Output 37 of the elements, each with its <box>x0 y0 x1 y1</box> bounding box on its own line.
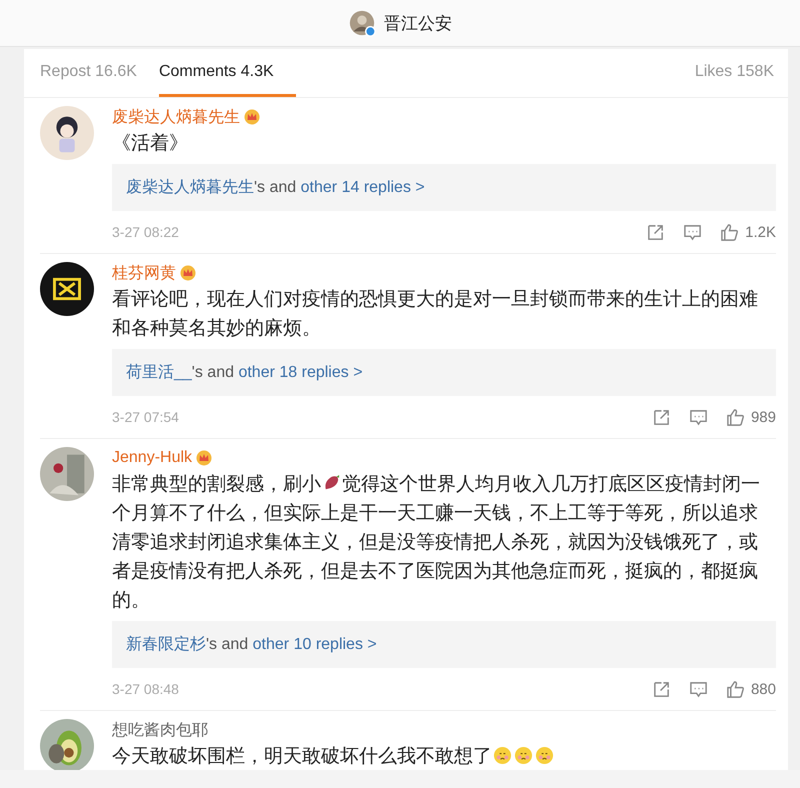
comment-icon[interactable] <box>688 408 708 426</box>
replies-link[interactable]: 废柴达人焫暮先生's and other 14 replies > <box>112 164 776 211</box>
face-icon <box>535 746 554 765</box>
comment-icon[interactable] <box>688 680 708 698</box>
like-count: 989 <box>750 408 776 426</box>
tab[interactable]: Comments 4.3K <box>158 49 296 97</box>
face-icon <box>493 746 512 765</box>
share-icon[interactable] <box>652 408 671 426</box>
comment-text: 觉得这个世界人均月收入几万打底区区疫情封闭一 <box>342 474 760 495</box>
comment-time: 3-27 08:48 <box>112 681 179 697</box>
comment-time: 3-27 08:22 <box>112 224 179 240</box>
face-icon <box>514 746 533 765</box>
like-icon[interactable] <box>726 408 745 426</box>
like-count: 1.2K <box>745 224 776 240</box>
comment-icon[interactable] <box>683 222 702 242</box>
crown-badge-icon <box>196 450 212 466</box>
user-name[interactable]: 废柴达人焫暮先生 <box>112 106 240 128</box>
crown-badge-icon <box>180 265 196 281</box>
avatar-icon <box>348 9 376 37</box>
comment-text: 《活着》 <box>112 133 188 154</box>
comment-text: 非常典型的割裂感，刷小 <box>112 474 321 495</box>
replies-link[interactable]: 新春限定杉's and other 10 replies > <box>112 621 776 668</box>
user-name[interactable]: 桂芬网黄 <box>112 262 176 284</box>
share-icon[interactable] <box>646 222 666 242</box>
like-count: 880 <box>750 680 776 698</box>
comment-text: 个月算不了什么，但实际上是干一天工赚一天钱，不上工等于等死，所以追求清零追求封闭追求集体主义，但是没等疫情把人杀死，就因为没钱饿死了，或者是疫情没有把人杀死，但是去不了医院因为其他急症而死，挺疯的，都挺疯的。 <box>112 502 759 613</box>
share-icon[interactable] <box>652 680 671 698</box>
comment-time: 3-27 07:54 <box>112 409 179 425</box>
account-name: 晋江公安 <box>384 12 452 34</box>
comment-text: 看评论吧，现在人们对疫情的恐惧更大的是对一旦封锁而带来的生计上的困难和各种莫名其妙的麻烦。 <box>112 289 758 339</box>
user-name[interactable]: Jenny-Hulk <box>112 449 192 467</box>
crown-badge-icon <box>244 109 260 125</box>
like-icon[interactable] <box>720 222 740 242</box>
comment-text: 今天敢破坏围栏，明天敢破坏什么我不敢想了 <box>112 746 492 767</box>
like-icon[interactable] <box>726 680 745 698</box>
replies-link[interactable]: 荷里活__'s and other 18 replies > <box>112 349 776 396</box>
user-name[interactable]: 想吃酱肉包耶 <box>112 720 208 740</box>
